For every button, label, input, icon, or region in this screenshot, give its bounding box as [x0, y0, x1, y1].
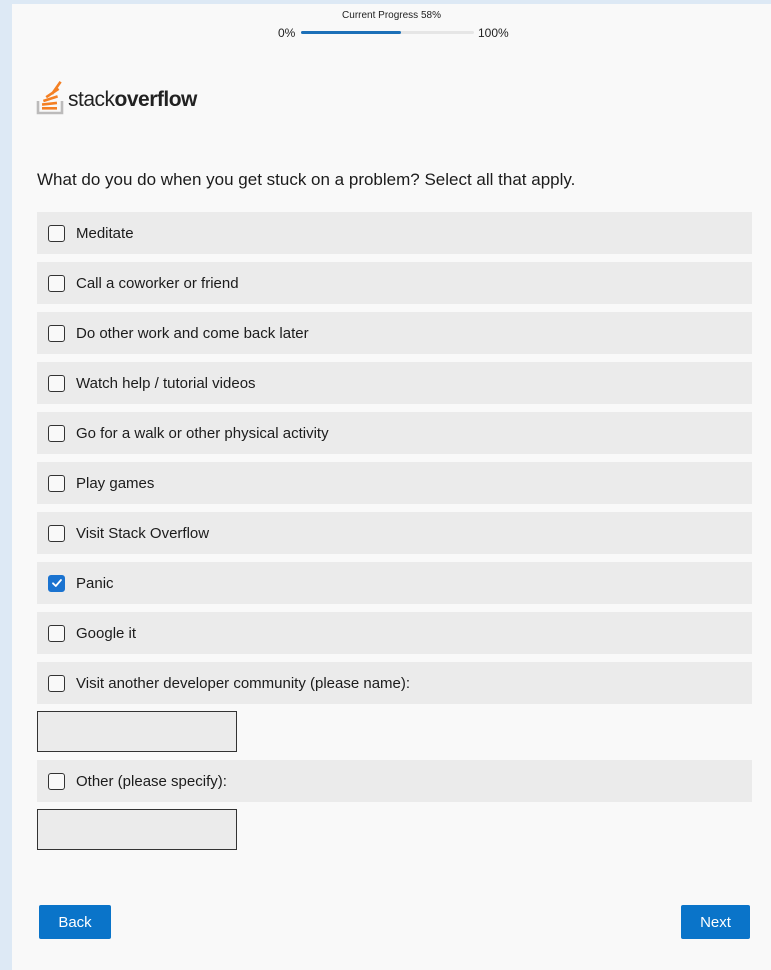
option-row[interactable]: Visit Stack Overflow: [37, 512, 752, 554]
option-row[interactable]: Google it: [37, 612, 752, 654]
logo-text-bold: overflow: [114, 88, 198, 111]
checkbox[interactable]: [48, 224, 65, 242]
stack-overflow-logo: stackoverflow: [36, 77, 197, 117]
stack-overflow-logo-icon: [36, 81, 64, 115]
checkbox[interactable]: [48, 524, 65, 542]
option-row[interactable]: Other (please specify):: [37, 760, 752, 802]
options-list: Meditate Call a coworker or friend Do othe…: [37, 212, 752, 858]
option-label: Meditate: [76, 224, 134, 242]
checkbox[interactable]: [48, 674, 65, 692]
option-label: Do other work and come back later: [76, 324, 309, 342]
option-label: Watch help / tutorial videos: [76, 374, 256, 392]
option-label: Panic: [76, 574, 114, 592]
option-text-field[interactable]: [37, 809, 237, 850]
progress-bar: [301, 31, 474, 34]
option-row[interactable]: Watch help / tutorial videos: [37, 362, 752, 404]
option-label: Visit Stack Overflow: [76, 524, 210, 542]
checkbox-checked[interactable]: [48, 574, 65, 592]
back-button[interactable]: Back: [39, 905, 111, 939]
logo-text-light: stack: [68, 88, 115, 111]
checkmark-icon: [51, 579, 62, 587]
progress-bar-fill: [301, 31, 402, 34]
option-label: Call a coworker or friend: [76, 274, 239, 292]
survey-page: Current Progress 58% 0% 100% stackoverfl…: [12, 4, 771, 970]
checkbox[interactable]: [48, 624, 65, 642]
checkbox[interactable]: [48, 424, 65, 442]
option-row[interactable]: Panic: [37, 562, 752, 604]
option-label: Go for a walk or other physical activity: [76, 424, 329, 442]
option-row[interactable]: Do other work and come back later: [37, 312, 752, 354]
option-row[interactable]: Go for a walk or other physical activity: [37, 412, 752, 454]
checkbox[interactable]: [48, 374, 65, 392]
option-text-field[interactable]: [37, 711, 237, 752]
option-row[interactable]: Meditate: [37, 212, 752, 254]
option-label: Play games: [76, 474, 155, 492]
progress-section: Current Progress 58% 0% 100%: [12, 4, 771, 44]
progress-min-label: 0%: [278, 26, 296, 40]
option-row[interactable]: Call a coworker or friend: [37, 262, 752, 304]
question-text: What do you do when you get stuck on a p…: [37, 170, 576, 189]
progress-max-label: 100%: [478, 26, 509, 40]
option-row[interactable]: Visit another developer community (pleas…: [37, 662, 752, 704]
checkbox[interactable]: [48, 324, 65, 342]
option-label: Visit another developer community (pleas…: [76, 674, 411, 692]
option-row[interactable]: Play games: [37, 462, 752, 504]
logo-wordmark: stackoverflow: [68, 88, 197, 112]
progress-caption: Current Progress 58%: [342, 10, 441, 21]
option-label: Other (please specify):: [76, 772, 227, 790]
next-button[interactable]: Next: [681, 905, 750, 939]
option-label: Google it: [76, 624, 137, 642]
checkbox[interactable]: [48, 274, 65, 292]
checkbox[interactable]: [48, 474, 65, 492]
checkbox[interactable]: [48, 772, 65, 790]
